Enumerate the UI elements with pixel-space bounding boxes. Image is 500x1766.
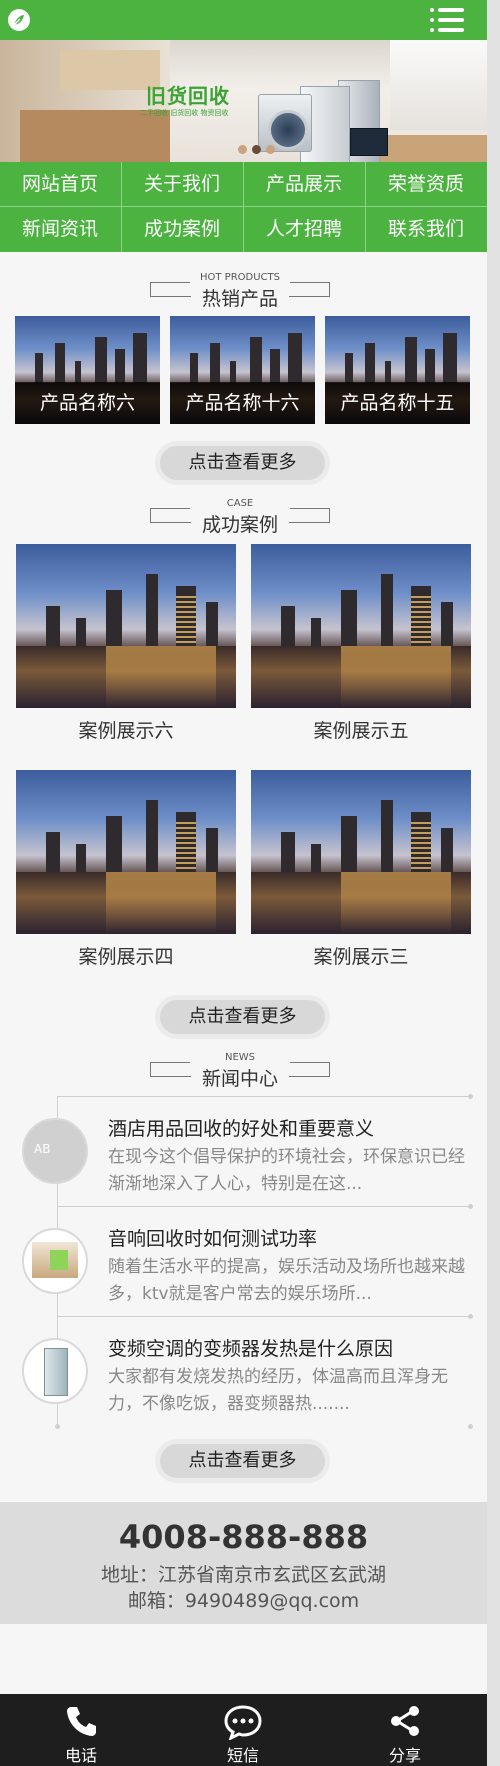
contact-address: 地址：江苏省南京市玄武区玄武湖: [100, 1564, 386, 1586]
news-item-desc: 在现今这个倡导保护的环境社会，环保意识已经渐渐地深入了人心，特别是在这...: [108, 1147, 465, 1194]
nav-item-cases[interactable]: 成功案例: [122, 207, 242, 251]
products-more-button[interactable]: 点击查看更多: [160, 446, 325, 480]
banner-subtitle: 二手回收 旧货回收 物资回收: [140, 109, 229, 117]
chat-icon: [224, 1705, 262, 1740]
page: 旧货回收 二手回收 旧货回收 物资回收 网站首页 关于我们 产品展示 荣誉资质 …: [0, 0, 487, 1766]
case-caption[interactable]: 案例展示五: [251, 716, 471, 743]
product-name[interactable]: 产品名称十六: [170, 382, 315, 424]
hot-products-title-en: HOT PRODUCTS: [200, 272, 280, 283]
case-image[interactable]: [16, 544, 236, 708]
slider-dots[interactable]: [238, 139, 280, 158]
product-name[interactable]: 产品名称六: [15, 382, 160, 424]
news-title-en: NEWS: [224, 1052, 256, 1063]
case-image[interactable]: [251, 544, 471, 708]
banner-slider[interactable]: 旧货回收 二手回收 旧货回收 物资回收: [0, 40, 487, 162]
news-item-title[interactable]: 酒店用品回收的好处和重要意义: [108, 1114, 478, 1141]
news-item-desc: 大家都有发烧发热的经历，体温高而且浑身无力，不像吃饭，器变频器热.......: [108, 1367, 448, 1414]
nav-item-contact[interactable]: 联系我们: [366, 207, 486, 251]
share-icon: [391, 1706, 419, 1736]
hot-products-title-cn: 热销产品: [201, 288, 278, 310]
hot-products-heading: HOT PRODUCTS 热销产品: [150, 272, 330, 310]
cases-heading: CASE 成功案例: [150, 498, 330, 536]
nav-item-news[interactable]: 新闻资讯: [0, 207, 120, 251]
call-label: 电话: [64, 1746, 97, 1765]
news-item-desc: 随着生活水平的提高，娱乐活动及场所也越来越多，ktv就是客户常去的娱乐场所...: [108, 1257, 465, 1304]
cases-title-cn: 成功案例: [201, 514, 278, 536]
share-button[interactable]: 分享: [324, 1694, 486, 1766]
contact-block: 4008-888-888 地址：江苏省南京市玄武区玄武湖 邮箱：9490489@…: [0, 1502, 487, 1624]
case-image[interactable]: [16, 770, 236, 934]
case-caption[interactable]: 案例展示四: [16, 942, 236, 969]
logo-icon[interactable]: [8, 9, 30, 31]
product-card[interactable]: 产品名称六: [15, 316, 160, 424]
contact-email[interactable]: 邮箱：9490489@qq.com: [0, 1586, 487, 1613]
menu-icon[interactable]: [430, 6, 464, 34]
case-caption[interactable]: 案例展示六: [16, 716, 236, 743]
share-label: 分享: [388, 1746, 421, 1765]
phone-icon: [67, 1707, 96, 1736]
news-title-cn: 新闻中心: [201, 1068, 278, 1090]
news-item-title[interactable]: 音响回收时如何测试功率: [108, 1224, 478, 1251]
case-image[interactable]: [251, 770, 471, 934]
news-thumbnail[interactable]: [22, 1228, 88, 1294]
news-thumbnail[interactable]: AB: [22, 1118, 88, 1184]
contact-phone[interactable]: 4008-888-888: [0, 1518, 487, 1556]
product-name[interactable]: 产品名称十五: [325, 382, 470, 424]
scrollbar-track[interactable]: [487, 0, 500, 1766]
nav-item-jobs[interactable]: 人才招聘: [244, 207, 364, 251]
nav-item-about[interactable]: 关于我们: [122, 162, 242, 206]
cases-title-en: CASE: [226, 498, 254, 509]
news-thumbnail[interactable]: [22, 1338, 88, 1404]
top-header: [0, 0, 487, 40]
nav-item-products[interactable]: 产品展示: [244, 162, 364, 206]
cases-more-button[interactable]: 点击查看更多: [160, 1000, 325, 1034]
banner-title: 旧货回收: [146, 84, 230, 108]
bottom-action-bar: 电话 短信 分享: [0, 1694, 487, 1766]
news-item-title[interactable]: 变频空调的变频器发热是什么原因: [108, 1334, 478, 1361]
case-caption[interactable]: 案例展示三: [251, 942, 471, 969]
call-button[interactable]: 电话: [0, 1694, 162, 1766]
tv-image: [350, 128, 388, 156]
sms-button[interactable]: 短信: [162, 1694, 324, 1766]
news-more-button[interactable]: 点击查看更多: [160, 1444, 325, 1478]
product-card[interactable]: 产品名称十五: [325, 316, 470, 424]
nav-item-home[interactable]: 网站首页: [0, 162, 120, 206]
news-heading: NEWS 新闻中心: [150, 1052, 330, 1090]
sms-label: 短信: [226, 1746, 259, 1765]
product-card[interactable]: 产品名称十六: [170, 316, 315, 424]
nav-item-honors[interactable]: 荣誉资质: [366, 162, 486, 206]
